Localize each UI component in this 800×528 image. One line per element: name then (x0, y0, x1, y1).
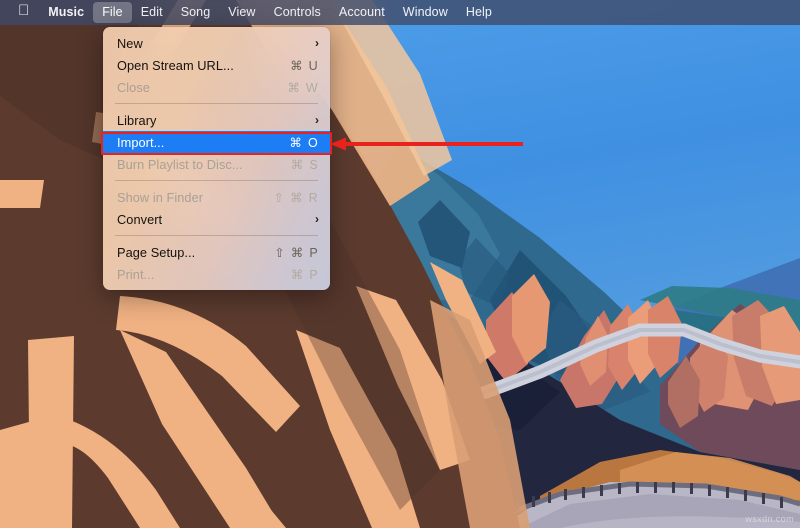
menu-item-shortcut: ⌘ W (287, 80, 319, 95)
menu-item-shortcut: ⇧ ⌘ R (273, 190, 319, 205)
menu-item-label: Page Setup... (117, 244, 196, 260)
menu-item-label: Library (117, 112, 157, 128)
macos-menubar[interactable]:  Music File Edit Song View Controls Acc… (0, 0, 800, 25)
menu-item-close: Close ⌘ W (103, 76, 330, 98)
menu-item-label: Convert (117, 211, 163, 227)
menu-item-shortcut: ⌘ S (290, 157, 319, 172)
menubar-item-controls[interactable]: Controls (265, 2, 330, 23)
menubar-item-edit[interactable]: Edit (132, 2, 172, 23)
menu-item-label: Open Stream URL... (117, 57, 234, 73)
menu-item-shortcut: ⇧ ⌘ P (274, 245, 319, 260)
menubar-item-view[interactable]: View (219, 2, 264, 23)
menubar-item-song[interactable]: Song (172, 2, 220, 23)
menu-item-label: Show in Finder (117, 189, 204, 205)
menu-item-label: Print... (117, 266, 155, 282)
menu-item-library[interactable]: Library › (103, 109, 330, 131)
menu-separator-1 (115, 103, 318, 104)
watermark-text: wsxdn.com (745, 514, 794, 524)
menu-item-convert[interactable]: Convert › (103, 208, 330, 230)
menu-item-open-stream-url[interactable]: Open Stream URL... ⌘ U (103, 54, 330, 76)
menu-item-page-setup[interactable]: Page Setup... ⇧ ⌘ P (103, 241, 330, 263)
desktop-screenshot:  Music File Edit Song View Controls Acc… (0, 0, 800, 528)
menu-item-shortcut: ⌘ O (289, 135, 319, 150)
menu-item-label: New (117, 35, 143, 51)
menu-separator-3 (115, 235, 318, 236)
menu-item-new[interactable]: New › (103, 32, 330, 54)
menu-separator-2 (115, 180, 318, 181)
menubar-item-music[interactable]: Music (39, 2, 93, 23)
menu-item-burn-playlist-to-disc: Burn Playlist to Disc... ⌘ S (103, 153, 330, 175)
menu-item-shortcut: ⌘ U (290, 58, 319, 73)
menu-item-label: Close (117, 79, 150, 95)
menu-item-label: Burn Playlist to Disc... (117, 156, 243, 172)
menu-item-show-in-finder: Show in Finder ⇧ ⌘ R (103, 186, 330, 208)
menu-item-label: Import... (117, 134, 165, 150)
chevron-right-icon: › (314, 212, 319, 226)
apple-logo-icon[interactable]:  (14, 3, 39, 20)
chevron-right-icon: › (314, 36, 319, 50)
file-dropdown-menu[interactable]: New › Open Stream URL... ⌘ U Close ⌘ W Library… (103, 27, 330, 290)
menubar-item-help[interactable]: Help (457, 2, 501, 23)
menubar-item-account[interactable]: Account (330, 2, 394, 23)
menu-item-import[interactable]: Import... ⌘ O (103, 131, 330, 153)
menu-item-shortcut: ⌘ P (290, 267, 319, 282)
chevron-right-icon: › (314, 113, 319, 127)
menubar-item-file[interactable]: File (93, 2, 132, 23)
menubar-item-window[interactable]: Window (394, 2, 457, 23)
menu-item-print: Print... ⌘ P (103, 263, 330, 285)
